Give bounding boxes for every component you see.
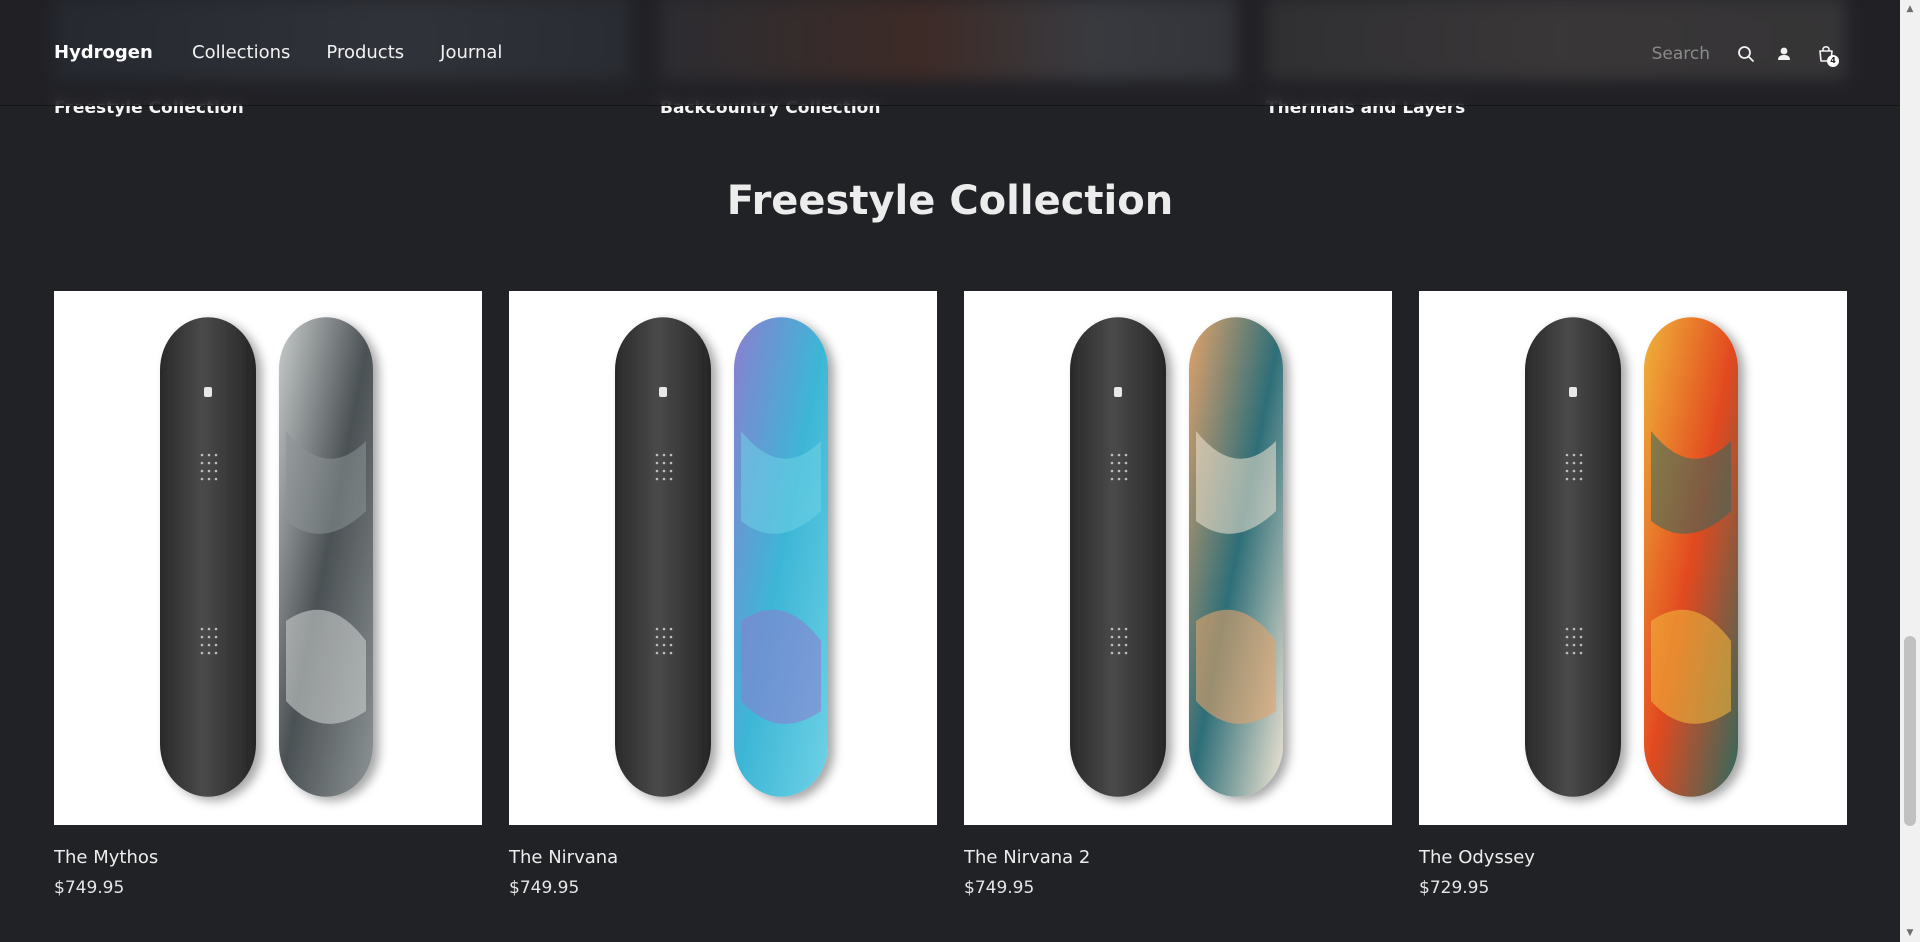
product-image[interactable] — [54, 291, 482, 825]
product-card[interactable]: The Nirvana $749.95 — [509, 291, 937, 898]
product-title[interactable]: The Mythos — [54, 847, 482, 868]
cart-button[interactable]: 4 — [1814, 42, 1839, 67]
product-title[interactable]: The Nirvana 2 — [964, 847, 1392, 868]
product-card[interactable]: The Odyssey $729.95 — [1419, 291, 1847, 898]
product-price: $749.95 — [54, 878, 125, 898]
product-title[interactable]: The Odyssey — [1419, 847, 1847, 868]
main-nav: Collections Products Journal — [192, 42, 502, 63]
product-price: $749.95 — [509, 878, 580, 898]
search-icon — [1738, 46, 1754, 62]
scrollbar-thumb[interactable] — [1904, 636, 1916, 826]
snowboard-topsheet — [1189, 317, 1283, 797]
cart-count-badge: 4 — [1827, 55, 1839, 67]
search-button[interactable] — [1734, 42, 1758, 66]
snowboard-illustration — [615, 317, 828, 797]
snowboard-illustration — [1070, 317, 1283, 797]
nav-products[interactable]: Products — [326, 42, 404, 63]
snowboard-topsheet — [279, 317, 373, 797]
snowboard-logo — [659, 387, 667, 397]
account-icon — [1778, 47, 1790, 60]
nav-journal[interactable]: Journal — [440, 42, 502, 63]
snowboard-logo — [1569, 387, 1577, 397]
scroll-up-arrow-icon[interactable]: ▲ — [1905, 4, 1915, 14]
section-title: Freestyle Collection — [726, 178, 1174, 224]
product-price: $729.95 — [1419, 878, 1490, 898]
snowboard-logo — [1114, 387, 1122, 397]
search-input[interactable] — [1612, 40, 1710, 68]
product-card[interactable]: The Nirvana 2 $749.95 — [964, 291, 1392, 898]
product-image[interactable] — [964, 291, 1392, 825]
product-title[interactable]: The Nirvana — [509, 847, 937, 868]
product-image[interactable] — [1419, 291, 1847, 825]
product-grid: The Mythos $749.95 The Nirvana $749.95 T… — [54, 291, 1847, 898]
product-price: $749.95 — [964, 878, 1035, 898]
snowboard-illustration — [1525, 317, 1738, 797]
account-button[interactable] — [1772, 42, 1796, 66]
product-image[interactable] — [509, 291, 937, 825]
brand-logo[interactable]: Hydrogen — [54, 42, 153, 63]
site-header: Hydrogen Collections Products Journal 4 — [0, 0, 1900, 106]
snowboard-topsheet — [1644, 317, 1738, 797]
nav-collections[interactable]: Collections — [192, 42, 290, 63]
snowboard-logo — [204, 387, 212, 397]
snowboard-topsheet — [734, 317, 828, 797]
scroll-down-arrow-icon[interactable]: ▼ — [1905, 928, 1915, 938]
page-scrollbar[interactable]: ▲ ▼ — [1900, 0, 1920, 942]
product-card[interactable]: The Mythos $749.95 — [54, 291, 482, 898]
snowboard-illustration — [160, 317, 373, 797]
